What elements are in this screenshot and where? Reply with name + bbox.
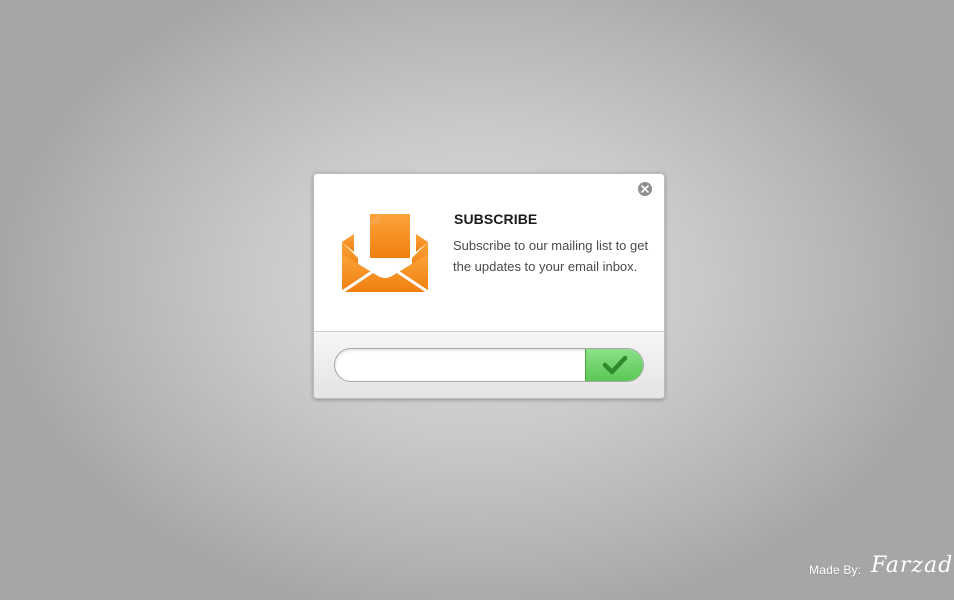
subscribe-dialog: SUBSCRIBE Subscribe to our mailing list … [313,173,665,399]
close-icon [641,185,649,193]
dialog-description: Subscribe to our mailing list to get the… [453,238,649,274]
checkmark-icon [602,355,627,375]
credit-label: Made By: [809,563,862,577]
subscribe-submit-button[interactable] [585,349,643,381]
email-field-wrapper [334,348,644,382]
author-signature: Farzad Ba [871,553,954,578]
dialog-title: SUBSCRIBE [454,211,538,227]
close-button[interactable] [638,182,652,196]
email-input[interactable] [335,349,585,381]
subscribe-form-bar [314,331,664,398]
envelope-letter-icon [341,214,429,294]
